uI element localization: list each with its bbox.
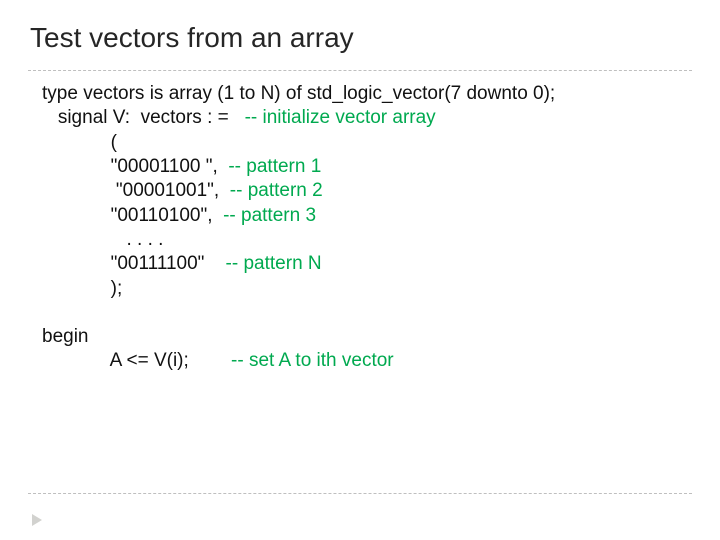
slide: Test vectors from an array type vectors … xyxy=(0,0,720,540)
code-type-decl: type vectors is array (1 to N) of std_lo… xyxy=(42,83,555,104)
code-comment-pn: -- pattern N xyxy=(226,253,322,274)
code-begin: begin xyxy=(42,326,89,347)
code-close-paren: ); xyxy=(42,278,122,299)
code-signal-prefix: signal V: vectors : = xyxy=(42,107,245,128)
code-dots: . . . . xyxy=(42,229,163,250)
code-pattern-1: "00001100 ", xyxy=(42,156,228,177)
code-pattern-n: "00111100" xyxy=(42,253,226,274)
code-comment-p2: -- pattern 2 xyxy=(230,180,323,201)
code-comment-p3: -- pattern 3 xyxy=(223,205,316,226)
footer-divider xyxy=(28,493,692,494)
title-divider xyxy=(28,70,692,71)
code-comment-init: -- initialize vector array xyxy=(245,107,436,128)
code-block: type vectors is array (1 to N) of std_lo… xyxy=(42,82,680,374)
code-pattern-3: "00110100", xyxy=(42,205,223,226)
code-pattern-2: "00001001", xyxy=(42,180,230,201)
code-comment-p1: -- pattern 1 xyxy=(228,156,321,177)
slide-title: Test vectors from an array xyxy=(30,22,354,54)
code-assign: A <= V(i); xyxy=(42,350,231,371)
code-comment-assign: -- set A to ith vector xyxy=(231,350,394,371)
code-open-paren: ( xyxy=(42,132,117,153)
slide-marker-icon xyxy=(32,514,42,526)
